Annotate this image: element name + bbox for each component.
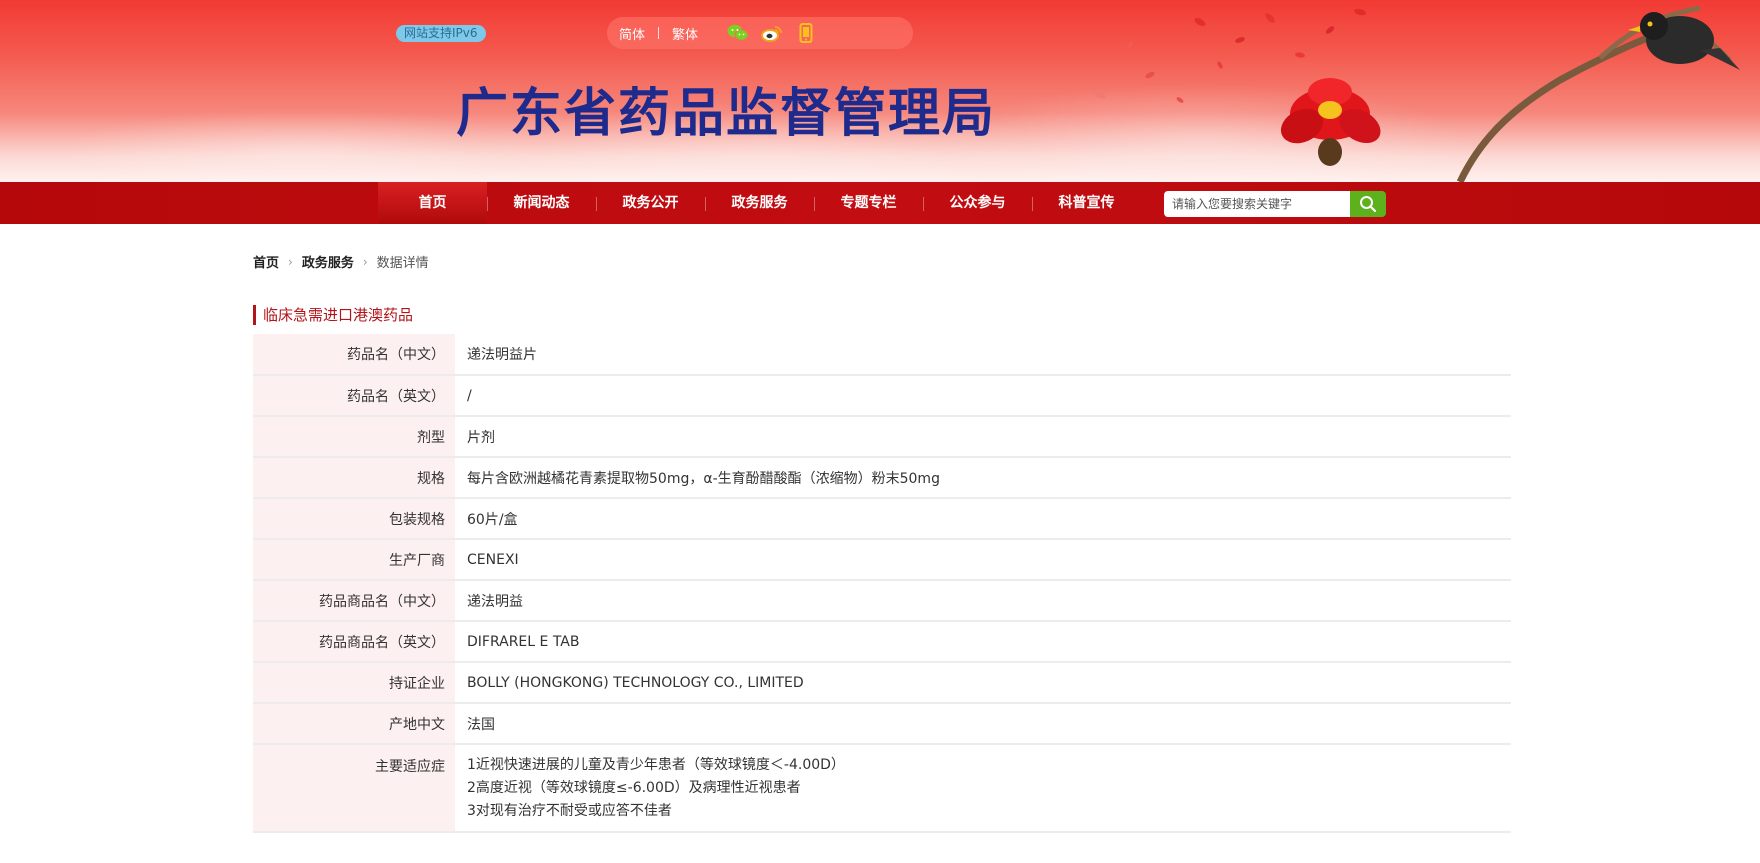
table-row: 生产厂商 CENEXI [253, 539, 1511, 581]
lang-divider [658, 27, 660, 39]
mobile-icon[interactable] [794, 22, 818, 44]
row-value: 每片含欧洲越橘花青素提取物50mg，α-生育酚醋酸酯（浓缩物）粉末50mg [456, 457, 1511, 499]
nav-item-home[interactable]: 首页 [378, 182, 487, 224]
row-label: 药品名（中文） [253, 334, 457, 376]
ipv6-badge[interactable]: 网站支持IPv6 [396, 25, 486, 42]
header-banner: 网站支持IPv6 简体 繁体 广东省药品监督管理局 [0, 0, 1760, 182]
drug-detail-table: 药品名（中文） 递法明益片 药品名（英文） / 剂型 片剂 规格 每片含欧洲越橘… [253, 334, 1511, 833]
row-value: / [456, 375, 1511, 417]
row-value: 片剂 [456, 416, 1511, 458]
row-value: BOLLY (HONGKONG) TECHNOLOGY CO., LIMITED [456, 662, 1511, 704]
row-value: 递法明益片 [456, 334, 1511, 376]
row-value: 递法明益 [456, 580, 1511, 622]
table-row: 产地中文 法国 [253, 703, 1511, 745]
table-row: 药品商品名（中文） 递法明益 [253, 580, 1511, 622]
row-label: 产地中文 [253, 703, 457, 745]
main-nav: 首页 新闻动态 政务公开 政务服务 专题专栏 公众参与 科普宣传 [0, 182, 1760, 224]
row-value: 60片/盒 [456, 498, 1511, 540]
row-label: 规格 [253, 457, 457, 499]
breadcrumb-home[interactable]: 首页 [253, 252, 279, 271]
table-row-indications: 主要适应症 1近视快速进展的儿童及青少年患者（等效球镜度＜-4.00D） 2高度… [253, 744, 1511, 833]
row-label: 包装规格 [253, 498, 457, 540]
row-label: 剂型 [253, 416, 457, 458]
nav-item-gov-services[interactable]: 政务服务 [705, 182, 814, 224]
nav-item-topics[interactable]: 专题专栏 [814, 182, 923, 224]
nav-item-gov-affairs[interactable]: 政务公开 [596, 182, 705, 224]
section-title: 临床急需进口港澳药品 [253, 305, 413, 325]
search-icon [1360, 196, 1377, 213]
indication-line: 1近视快速进展的儿童及青少年患者（等效球镜度＜-4.00D） [467, 757, 845, 773]
breadcrumb: 首页 › 政务服务 › 数据详情 [253, 252, 429, 272]
row-value: DIFRAREL E TAB [456, 621, 1511, 663]
table-row: 剂型 片剂 [253, 416, 1511, 458]
site-title: 广东省药品监督管理局 [456, 83, 997, 144]
social-links [726, 22, 818, 44]
row-label: 药品名（英文） [253, 375, 457, 417]
weibo-icon[interactable] [760, 22, 784, 44]
wechat-icon[interactable] [726, 22, 750, 44]
row-label: 持证企业 [253, 662, 457, 704]
row-label: 药品商品名（中文） [253, 580, 457, 622]
table-row: 规格 每片含欧洲越橘花青素提取物50mg，α-生育酚醋酸酯（浓缩物）粉末50mg [253, 457, 1511, 499]
search-input[interactable] [1164, 191, 1350, 217]
indication-line: 3对现有治疗不耐受或应答不佳者 [467, 803, 672, 819]
row-value-indications: 1近视快速进展的儿童及青少年患者（等效球镜度＜-4.00D） 2高度近视（等效球… [456, 744, 1511, 833]
lang-simplified-link[interactable]: 简体 [619, 24, 645, 43]
lang-traditional-link[interactable]: 繁体 [672, 24, 698, 43]
nav-menu: 首页 新闻动态 政务公开 政务服务 专题专栏 公众参与 科普宣传 [378, 182, 1141, 224]
table-row: 包装规格 60片/盒 [253, 498, 1511, 540]
breadcrumb-current: 数据详情 [376, 256, 429, 271]
language-bar: 简体 繁体 [607, 17, 913, 49]
row-value: CENEXI [456, 539, 1511, 581]
table-row: 药品名（英文） / [253, 375, 1511, 417]
row-label: 主要适应症 [253, 744, 457, 833]
row-label: 生产厂商 [253, 539, 457, 581]
search-button[interactable] [1350, 191, 1386, 217]
breadcrumb-gov-services[interactable]: 政务服务 [302, 252, 354, 271]
nav-item-participation[interactable]: 公众参与 [923, 182, 1032, 224]
search-box [1164, 191, 1386, 217]
indication-line: 2高度近视（等效球镜度≤-6.00D）及病理性近视患者 [467, 780, 801, 796]
kapok-flower-bird-illustration [1055, 5, 1740, 182]
table-row: 药品商品名（英文） DIFRAREL E TAB [253, 621, 1511, 663]
row-label: 药品商品名（英文） [253, 621, 457, 663]
table-row: 持证企业 BOLLY (HONGKONG) TECHNOLOGY CO., LI… [253, 662, 1511, 704]
chevron-right-icon: › [362, 254, 368, 269]
chevron-right-icon: › [288, 254, 293, 269]
nav-item-news[interactable]: 新闻动态 [487, 182, 596, 224]
nav-item-science[interactable]: 科普宣传 [1032, 182, 1141, 224]
table-row: 药品名（中文） 递法明益片 [253, 334, 1511, 376]
row-value: 法国 [456, 703, 1511, 745]
